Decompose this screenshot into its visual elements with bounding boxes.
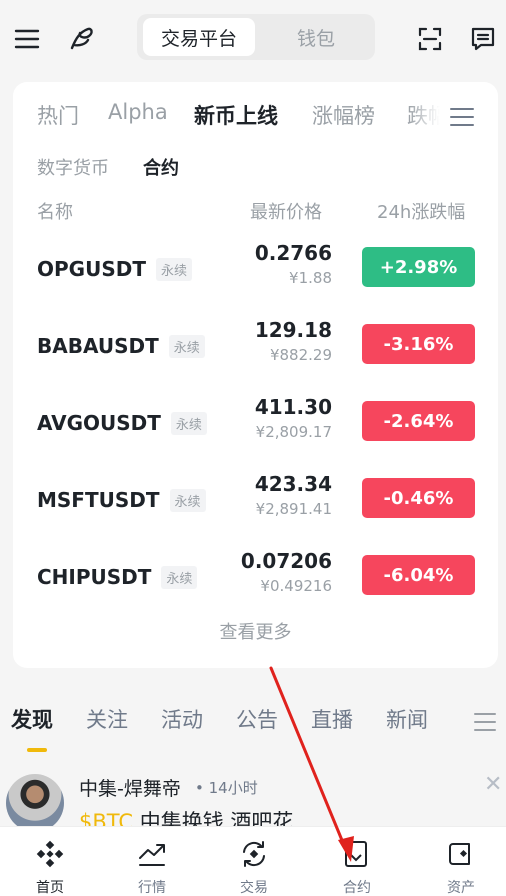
cny-price: ¥1.88 xyxy=(289,269,332,287)
column-price: 最新价格 xyxy=(250,202,322,223)
platform-switch: 交易平台 钱包 xyxy=(137,14,375,60)
perpetual-badge: 永续 xyxy=(161,565,198,589)
market-card: 热门 Alpha 新币上线 涨幅榜 跌幅 数字货币 合约 名称 最新价格 24h… xyxy=(13,82,498,668)
symbol: MSFTUSDT xyxy=(37,488,160,512)
change-badge[interactable]: -3.16% xyxy=(362,324,475,364)
feed-tab-announcements[interactable]: 公告 xyxy=(236,704,278,734)
market-row[interactable]: OPGUSDT 永续 0.2766 ¥1.88 +2.98% xyxy=(13,237,498,297)
feed-tabs: 发现 关注 活动 公告 直播 新闻 xyxy=(0,704,506,740)
close-icon[interactable]: ✕ xyxy=(484,772,502,797)
subtab-spot[interactable]: 数字货币 xyxy=(37,154,109,180)
cny-price: ¥2,809.17 xyxy=(255,423,332,441)
nav-label: 合约 xyxy=(343,880,371,896)
post-time: • 14小时 xyxy=(195,779,258,797)
nav-label: 首页 xyxy=(36,880,64,896)
cny-price: ¥882.29 xyxy=(269,346,332,364)
feed-tab-following[interactable]: 关注 xyxy=(86,704,128,734)
feed-menu-icon[interactable] xyxy=(474,711,496,733)
column-change: 24h涨跌幅 xyxy=(377,202,466,223)
trade-icon xyxy=(239,839,269,869)
tab-hot[interactable]: 热门 xyxy=(37,100,79,130)
scan-icon[interactable] xyxy=(413,22,447,56)
last-price: 411.30 xyxy=(254,395,332,419)
tab-gainers[interactable]: 涨幅榜 xyxy=(312,100,375,130)
market-row[interactable]: CHIPUSDT 永续 0.07206 ¥0.49216 -6.04% xyxy=(13,545,498,605)
last-price: 129.18 xyxy=(254,318,332,342)
post-author[interactable]: 中集-焊舞帝 xyxy=(79,774,181,801)
nav-label: 交易 xyxy=(240,880,268,896)
feed-tab-live[interactable]: 直播 xyxy=(311,704,353,734)
last-price: 423.34 xyxy=(254,472,332,496)
nav-markets[interactable]: 行情 xyxy=(107,827,197,896)
subtab-futures[interactable]: 合约 xyxy=(143,154,179,180)
perpetual-badge: 永续 xyxy=(169,488,206,512)
markets-icon xyxy=(137,839,167,869)
home-icon xyxy=(35,839,65,869)
menu-icon[interactable] xyxy=(10,22,44,56)
feed-tab-events[interactable]: 活动 xyxy=(161,704,203,734)
column-name: 名称 xyxy=(37,202,73,223)
wallet-icon xyxy=(446,839,476,869)
change-badge[interactable]: -2.64% xyxy=(362,401,475,441)
change-badge[interactable]: -0.46% xyxy=(362,478,475,518)
top-bar: 交易平台 钱包 xyxy=(0,0,506,78)
feed-tab-indicator xyxy=(27,748,47,752)
tab-wallet[interactable]: 钱包 xyxy=(263,18,369,56)
change-badge[interactable]: +2.98% xyxy=(362,247,475,287)
nav-trade[interactable]: 交易 xyxy=(209,827,299,896)
feed-post[interactable]: 中集-焊舞帝 • 14小时 $BTC 中集换钱 酒吧花 ✕ xyxy=(0,766,506,830)
nav-futures[interactable]: 合约 xyxy=(312,827,402,896)
tabs-menu-icon[interactable] xyxy=(449,106,475,128)
avatar[interactable] xyxy=(6,774,64,830)
cny-price: ¥2,891.41 xyxy=(255,500,332,518)
last-price: 0.07206 xyxy=(240,549,332,573)
tab-alpha[interactable]: Alpha xyxy=(108,100,168,124)
last-price: 0.2766 xyxy=(254,241,332,265)
tab-exchange[interactable]: 交易平台 xyxy=(143,18,255,56)
change-badge[interactable]: -6.04% xyxy=(362,555,475,595)
market-row[interactable]: AVGOUSDT 永续 411.30 ¥2,809.17 -2.64% xyxy=(13,391,498,451)
logo-icon[interactable] xyxy=(64,22,98,56)
nav-label: 行情 xyxy=(138,880,166,896)
perpetual-badge: 永续 xyxy=(170,411,207,435)
market-row[interactable]: MSFTUSDT 永续 423.34 ¥2,891.41 -0.46% xyxy=(13,468,498,528)
nav-label: 资产 xyxy=(447,880,475,896)
symbol: AVGOUSDT xyxy=(37,411,161,435)
symbol: OPGUSDT xyxy=(37,257,146,281)
bottom-nav: 首页 行情 交易 合约 资产 xyxy=(0,826,506,896)
view-more-link[interactable]: 查看更多 xyxy=(13,618,498,644)
perpetual-badge: 永续 xyxy=(168,334,205,358)
symbol: BABAUSDT xyxy=(37,334,159,358)
feed-tab-discover[interactable]: 发现 xyxy=(11,704,53,734)
futures-icon xyxy=(342,839,372,869)
tabs-fade xyxy=(408,100,453,136)
message-icon[interactable] xyxy=(466,22,500,56)
cny-price: ¥0.49216 xyxy=(260,577,332,595)
nav-assets[interactable]: 资产 xyxy=(416,827,506,896)
feed-tab-news[interactable]: 新闻 xyxy=(386,704,428,734)
market-row[interactable]: BABAUSDT 永续 129.18 ¥882.29 -3.16% xyxy=(13,314,498,374)
perpetual-badge: 永续 xyxy=(155,257,192,281)
market-tabs: 热门 Alpha 新币上线 涨幅榜 跌幅 xyxy=(13,100,498,138)
tab-new-listings[interactable]: 新币上线 xyxy=(194,100,278,130)
nav-home[interactable]: 首页 xyxy=(5,827,95,896)
symbol: CHIPUSDT xyxy=(37,565,152,589)
